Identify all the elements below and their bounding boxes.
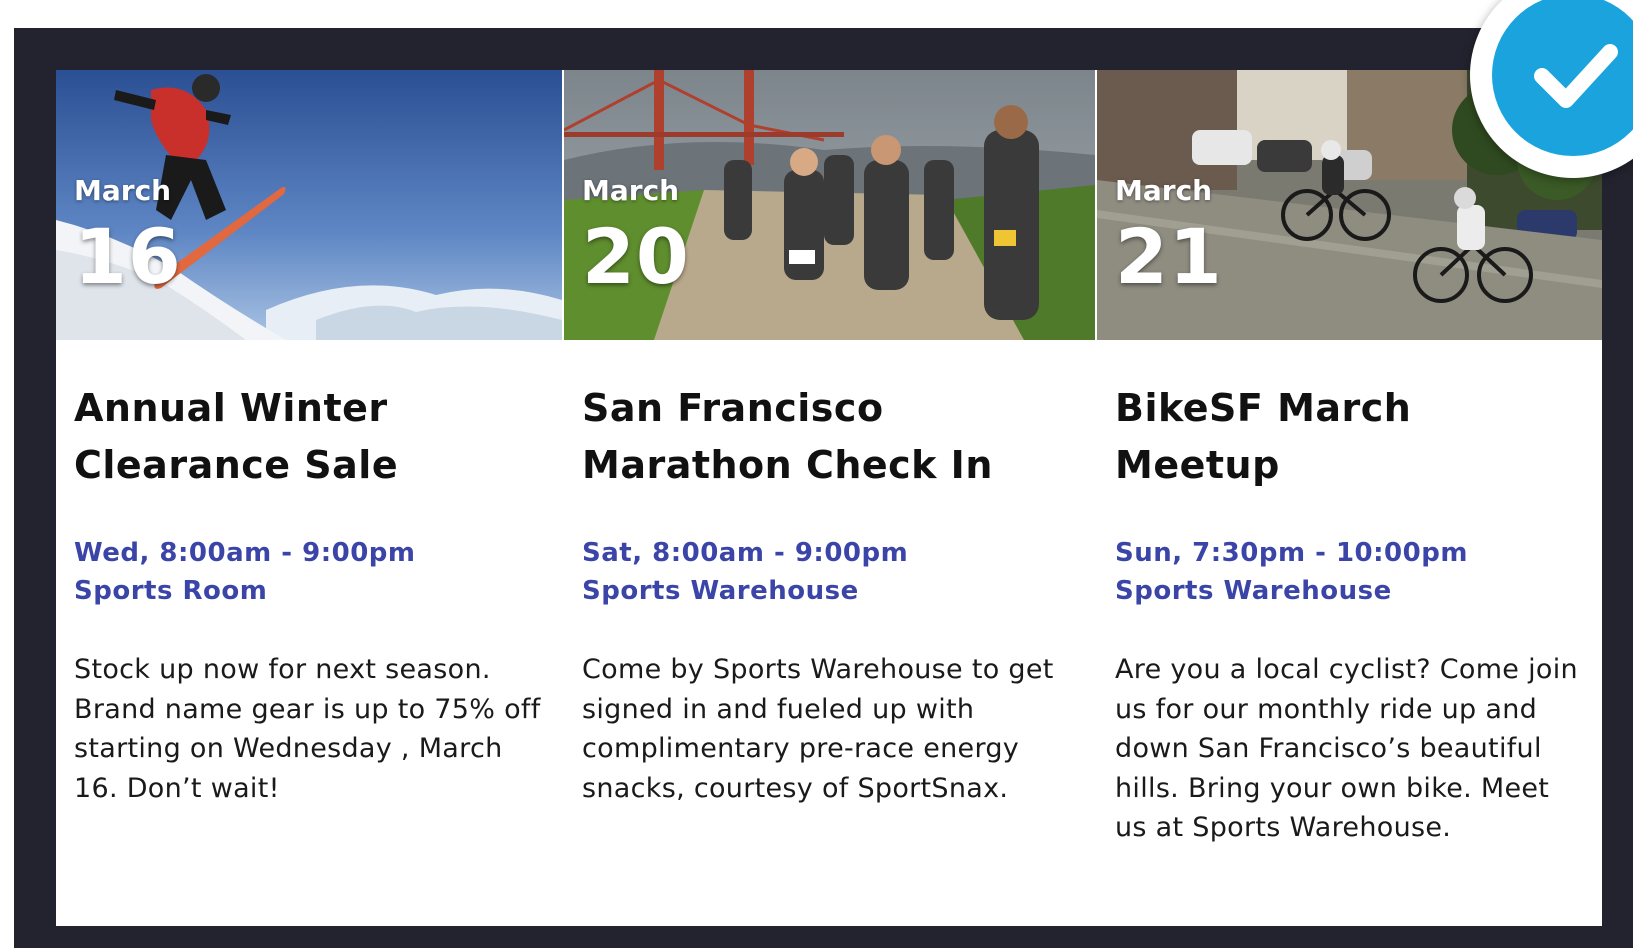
event-details: San Francisco Marathon Check In Sat, 8:0… bbox=[582, 380, 1075, 808]
event-month: March bbox=[582, 174, 680, 207]
event-location: Sports Warehouse bbox=[1115, 576, 1392, 606]
event-location: Sports Warehouse bbox=[582, 576, 859, 606]
event-card[interactable]: March 16 Annual Winter Clearance Sale We… bbox=[56, 70, 562, 926]
event-title-line: Clearance Sale bbox=[74, 443, 399, 487]
event-title-line: BikeSF March bbox=[1115, 386, 1412, 430]
event-description: Come by Sports Warehouse to get signed i… bbox=[582, 654, 1054, 804]
event-title[interactable]: Annual Winter Clearance Sale bbox=[74, 380, 542, 494]
event-card[interactable]: March 21 BikeSF March Meetup Sun, 7:30pm… bbox=[1097, 70, 1602, 926]
selected-badge[interactable] bbox=[1470, 0, 1633, 178]
event-time: Sun, 7:30pm - 10:00pm bbox=[1115, 538, 1468, 568]
checkmark-icon bbox=[1492, 0, 1633, 156]
event-title[interactable]: San Francisco Marathon Check In bbox=[582, 380, 1075, 494]
event-time: Wed, 8:00am - 9:00pm bbox=[74, 538, 416, 568]
marathon-runners-photo: March 20 bbox=[564, 70, 1095, 340]
event-day: 21 bbox=[1115, 212, 1223, 301]
event-month: March bbox=[74, 174, 172, 207]
event-day: 16 bbox=[74, 212, 182, 301]
event-card[interactable]: March 20 San Francisco Marathon Check In… bbox=[564, 70, 1095, 926]
event-title-line: Annual Winter bbox=[74, 386, 388, 430]
events-panel: March 16 Annual Winter Clearance Sale We… bbox=[56, 70, 1602, 926]
event-title-line: Meetup bbox=[1115, 443, 1280, 487]
event-month: March bbox=[1115, 174, 1213, 207]
event-time: Sat, 8:00am - 9:00pm bbox=[582, 538, 909, 568]
event-location: Sports Room bbox=[74, 576, 268, 606]
event-title-line: Marathon Check In bbox=[582, 443, 993, 487]
event-day: 20 bbox=[582, 212, 690, 301]
event-details: BikeSF March Meetup Sun, 7:30pm - 10:00p… bbox=[1115, 380, 1582, 848]
event-description: Are you a local cyclist? Come join us fo… bbox=[1115, 654, 1578, 843]
event-meta: Wed, 8:00am - 9:00pm Sports Room bbox=[74, 534, 542, 610]
snowboarder-photo: March 16 bbox=[56, 70, 562, 340]
event-description: Stock up now for next season. Brand name… bbox=[74, 654, 541, 804]
event-title[interactable]: BikeSF March Meetup bbox=[1115, 380, 1582, 494]
event-meta: Sat, 8:00am - 9:00pm Sports Warehouse bbox=[582, 534, 1075, 610]
event-meta: Sun, 7:30pm - 10:00pm Sports Warehouse bbox=[1115, 534, 1582, 610]
event-title-line: San Francisco bbox=[582, 386, 884, 430]
event-details: Annual Winter Clearance Sale Wed, 8:00am… bbox=[74, 380, 542, 808]
